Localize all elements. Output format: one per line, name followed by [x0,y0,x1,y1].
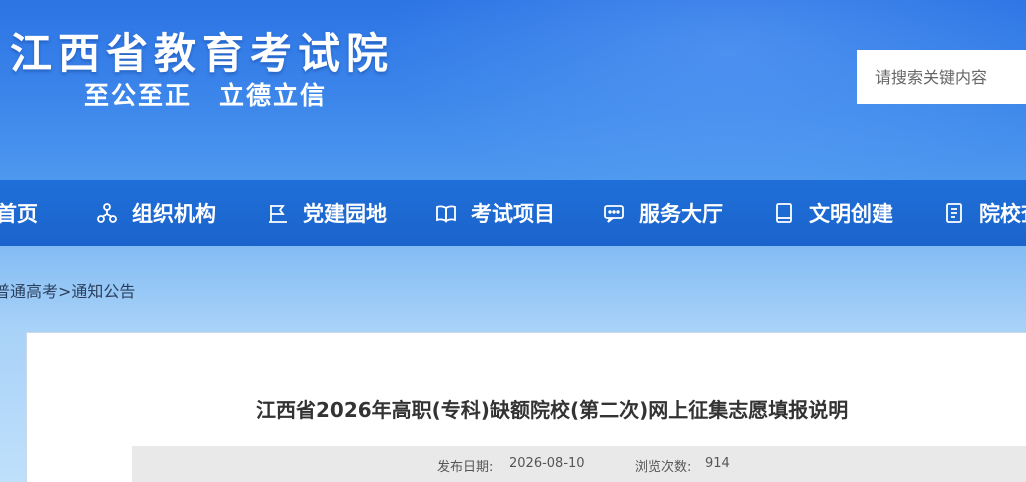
article-title: 江西省2026年高职(专科)缺额院校(第二次)网上征集志愿填报说明 [256,398,849,422]
party-flag-icon [267,202,289,224]
nav-item-label: 院校查 [979,202,1026,226]
nav-item-home[interactable]: 首页 [0,180,38,246]
breadcrumb-link-gaokao[interactable]: 普通高考 [0,282,58,301]
views-count: 914 [705,456,730,471]
nav-item-civilization[interactable]: 文明创建 [773,180,893,246]
site-title: 江西省教育考试院 [10,29,395,78]
article-meta-bar: 发布日期: 2026-08-10 浏览次数: 914 [132,446,1026,482]
breadcrumb-separator: > [58,282,72,301]
nav-item-label: 组织机构 [132,202,216,226]
nav-item-exams[interactable]: 考试项目 [435,180,555,246]
search-input[interactable] [857,50,1026,104]
publish-date-label: 发布日期: [437,460,494,475]
nav-item-label: 首页 [0,202,38,226]
nav-item-org[interactable]: 组织机构 [96,180,216,246]
book-icon [435,202,457,224]
nav-item-colleges[interactable]: 院校查 [943,180,1026,246]
breadcrumb-link-notices[interactable]: 通知公告 [71,282,135,301]
views-label: 浏览次数: [635,460,692,475]
chat-icon [603,202,625,224]
document-icon [943,202,965,224]
nav-item-label: 考试项目 [471,202,555,226]
publish-date: 2026-08-10 [509,456,585,471]
org-chart-icon [96,202,118,224]
nav-item-label: 党建园地 [303,202,387,226]
site-slogan: 至公至正 立德立信 [84,81,328,110]
notebook-icon [773,202,795,224]
nav-item-party[interactable]: 党建园地 [267,180,387,246]
nav-item-label: 服务大厅 [639,202,723,226]
nav-item-label: 文明创建 [809,202,893,226]
site-header: 江西省教育考试院 至公至正 立德立信 [0,0,1026,180]
breadcrumb: 普通高考>通知公告 [0,278,135,302]
nav-item-service[interactable]: 服务大厅 [603,180,723,246]
main-nav: 首页 组织机构 党建园地 考试项目 服务大厅 文明创建 院校 [0,180,1026,246]
